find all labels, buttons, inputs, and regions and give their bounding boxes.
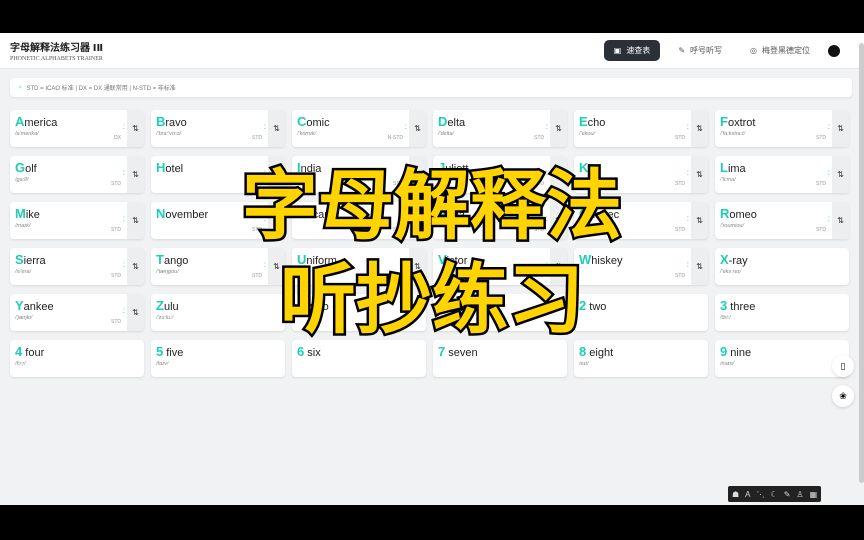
card-tag: STD: [816, 135, 826, 141]
user-icon[interactable]: ♙: [796, 490, 803, 499]
nav-cheatsheet[interactable]: ▣ 速查表: [603, 40, 661, 61]
word-card[interactable]: 5 five/faɪv/: [151, 340, 285, 377]
dots-icon[interactable]: ⋱: [757, 490, 765, 499]
card-word: 9 nine: [720, 344, 752, 359]
card-body: 8 eight/eɪt/: [574, 340, 708, 377]
word-card[interactable]: Comic/'komɪk/N-STD: ⇅: [292, 110, 426, 147]
card-word: America: [15, 114, 58, 129]
nav-maidenhead[interactable]: ◎ 梅登黑德定位: [740, 40, 820, 61]
pencil-icon: ✎: [678, 46, 686, 55]
card-phonetic: [438, 361, 562, 368]
nav-callsign-dictation[interactable]: ✎ 呼号听写: [668, 40, 732, 61]
swap-icon[interactable]: ⇅: [268, 110, 285, 147]
lightbulb-icon: ♀: [18, 84, 23, 91]
card-phonetic: /'ekou/: [579, 131, 596, 137]
card-body: 4 four/fɔ:r/: [10, 340, 144, 377]
card-phonetic: /'fa:kstra:t/: [720, 131, 746, 137]
target-icon: ◎: [750, 46, 757, 55]
word-card[interactable]: 8 eight/eɪt/: [574, 340, 708, 377]
more-icon[interactable]: :: [546, 122, 548, 131]
card-word: Comic: [297, 114, 330, 129]
card-tag: N-STD: [387, 135, 403, 141]
card-word: 8 eight: [579, 344, 614, 359]
card-word: 5 five: [156, 344, 184, 359]
card-body: 5 five/faɪv/: [151, 340, 285, 377]
overlay-title-line2: 听抄练习: [278, 255, 587, 344]
swap-icon[interactable]: ⇅: [832, 110, 849, 147]
header: 字母解释法练习器 ⅠⅡ PHONETIC ALPHABETS TRAINER ▣…: [0, 33, 864, 69]
card-phonetic: /fɔ:r/: [15, 361, 26, 367]
card-tag: STD: [252, 135, 262, 141]
moon-icon[interactable]: ☾: [771, 490, 778, 499]
word-card[interactable]: Echo /'ekou/STD: ⇅: [574, 110, 708, 147]
toolbar: ☗ A ⋱ ☾ ✎ ♙ ▦: [728, 486, 822, 502]
card-tag: STD: [675, 135, 685, 141]
card-phonetic: /a'merika/: [15, 131, 39, 137]
swap-icon[interactable]: ⇅: [691, 110, 708, 147]
github-icon[interactable]: [828, 44, 840, 57]
card-word: 7 seven: [438, 344, 478, 359]
card-phonetic: /eɪt/: [579, 361, 589, 367]
legend-info: ♀ STD = ICAO 标准 | DX = DX 通联常用 | N-STD = …: [10, 78, 852, 97]
paw-icon[interactable]: ☗: [732, 490, 739, 499]
card-word: 4 four: [15, 344, 45, 359]
swap-icon[interactable]: ⇅: [409, 110, 426, 147]
app-subtitle: PHONETIC ALPHABETS TRAINER: [10, 56, 103, 62]
table-icon: ▣: [613, 46, 622, 55]
card-word: Echo: [579, 114, 606, 129]
card-word: 6 six: [297, 344, 321, 359]
pen-icon[interactable]: ✎: [784, 490, 791, 499]
word-card[interactable]: Delta /'delta/STD: ⇅: [433, 110, 567, 147]
card-body: Delta /'delta/STD:: [433, 110, 550, 147]
card-phonetic: /naɪn/: [720, 361, 735, 367]
card-phonetic: [297, 361, 421, 368]
card-body: Bravo /'bra:'vo:o/STD:: [151, 110, 268, 147]
overlay-title-line1: 字母解释法: [240, 161, 625, 250]
more-icon[interactable]: :: [123, 122, 125, 131]
card-tag: DX: [114, 135, 121, 141]
more-icon[interactable]: :: [264, 122, 266, 131]
card-word: Bravo: [156, 114, 187, 129]
card-body: Foxtrot /'fa:kstra:t/STD:: [715, 110, 832, 147]
word-card[interactable]: 6 six: [292, 340, 426, 377]
card-word: Foxtrot: [720, 114, 756, 129]
card-phonetic: /faɪv/: [156, 361, 169, 367]
book-icon[interactable]: ▯: [832, 355, 854, 377]
card-body: 9 nine/naɪn/: [715, 340, 849, 377]
word-card[interactable]: 9 nine/naɪn/: [715, 340, 849, 377]
more-icon[interactable]: :: [405, 122, 407, 131]
word-card[interactable]: America/a'merika/DX: ⇅: [10, 110, 144, 147]
word-card[interactable]: Foxtrot /'fa:kstra:t/STD: ⇅: [715, 110, 849, 147]
swap-icon[interactable]: ⇅: [550, 110, 567, 147]
brain-icon[interactable]: ❀: [832, 385, 854, 407]
card-body: 7 seven: [433, 340, 567, 377]
card-phonetic: /'delta/: [438, 131, 455, 137]
card-body: Comic/'komɪk/N-STD:: [292, 110, 409, 147]
text-icon[interactable]: A: [745, 490, 750, 499]
card-body: America/a'merika/DX:: [10, 110, 127, 147]
nav: ▣ 速查表 ✎ 呼号听写 ◎ 梅登黑德定位: [603, 40, 840, 61]
brand: 字母解释法练习器 ⅠⅡ PHONETIC ALPHABETS TRAINER: [10, 39, 103, 62]
app-title: 字母解释法练习器 ⅠⅡ: [10, 43, 104, 54]
card-body: 6 six: [292, 340, 426, 377]
card-body: Echo /'ekou/STD:: [574, 110, 691, 147]
more-icon[interactable]: :: [828, 122, 830, 131]
more-icon[interactable]: :: [687, 122, 689, 131]
swap-icon[interactable]: ⇅: [127, 110, 144, 147]
card-word: Delta: [438, 114, 466, 129]
grid-icon[interactable]: ▦: [810, 490, 818, 499]
word-card[interactable]: 4 four/fɔ:r/: [10, 340, 144, 377]
word-card[interactable]: Bravo /'bra:'vo:o/STD: ⇅: [151, 110, 285, 147]
card-phonetic: /'bra:'vo:o/: [156, 131, 182, 137]
word-card[interactable]: 7 seven: [433, 340, 567, 377]
card-tag: STD: [534, 135, 544, 141]
